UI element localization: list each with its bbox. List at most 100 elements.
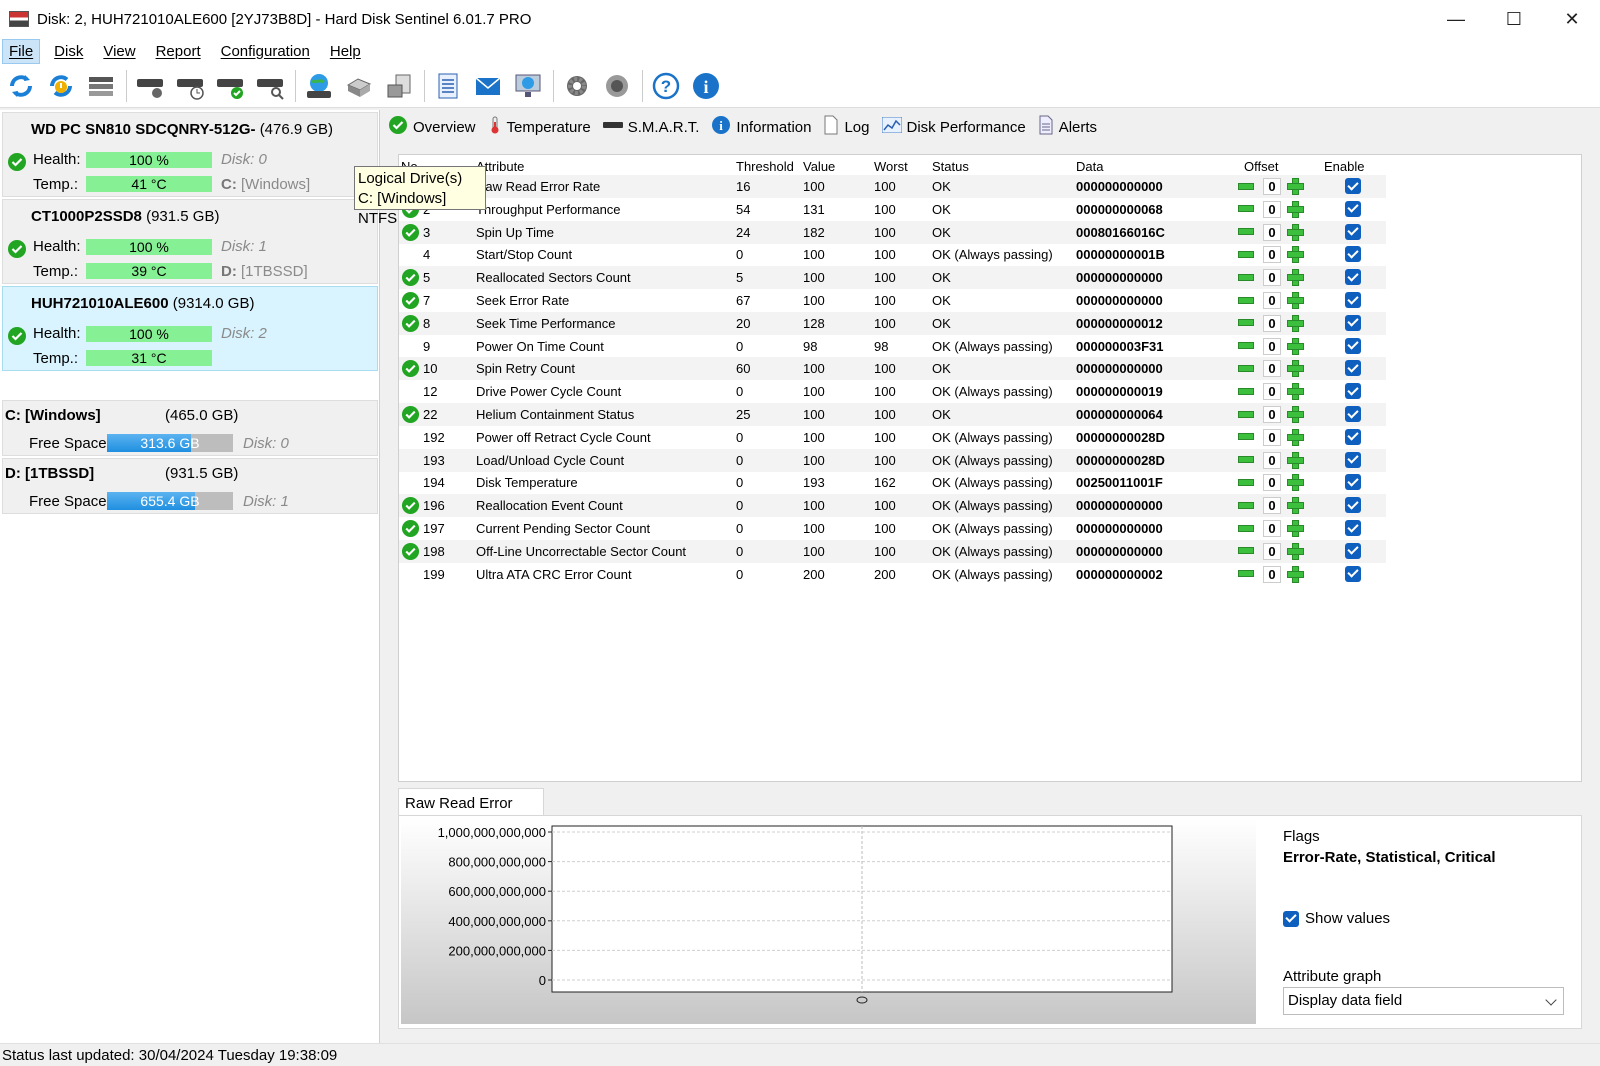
- maximize-button[interactable]: ☐: [1484, 0, 1544, 38]
- offset-minus-button[interactable]: [1238, 452, 1254, 468]
- table-row[interactable]: 198 Off-Line Uncorrectable Sector Count 0 1…: [399, 539, 1386, 563]
- offset-plus-button[interactable]: [1286, 223, 1304, 241]
- disk-item-0[interactable]: WD PC SN810 SDCQNRY-512G- (476.9 GB) Hea…: [2, 112, 378, 197]
- offset-plus-button[interactable]: [1286, 177, 1304, 195]
- table-row[interactable]: 22 Helium Containment Status 25 100 100 OK 000…: [399, 403, 1386, 426]
- tab-smart[interactable]: S.M.A.R.T.: [602, 118, 699, 136]
- enable-checkbox[interactable]: [1345, 451, 1361, 468]
- disk-item-1[interactable]: CT1000P2SSD8 (931.5 GB) Health: 100 % Di…: [2, 199, 378, 284]
- tab-alerts[interactable]: Alerts: [1038, 115, 1097, 139]
- offset-plus-button[interactable]: [1286, 428, 1304, 446]
- tab-overview[interactable]: Overview: [388, 115, 476, 139]
- tab-disk-performance[interactable]: Disk Performance: [881, 116, 1026, 137]
- offset-value[interactable]: 0: [1263, 451, 1281, 469]
- enable-checkbox[interactable]: [1345, 474, 1361, 491]
- offset-value[interactable]: 0: [1263, 337, 1281, 355]
- offset-value[interactable]: 0: [1263, 565, 1281, 583]
- refresh-warning-icon[interactable]: [44, 69, 78, 103]
- offset-plus-button[interactable]: [1286, 519, 1304, 537]
- offset-value[interactable]: 0: [1263, 542, 1281, 560]
- disk-item-2[interactable]: HUH721010ALE600 (9314.0 GB) Health: 100 …: [2, 286, 378, 371]
- enable-checkbox[interactable]: [1345, 178, 1361, 194]
- offset-minus-button[interactable]: [1238, 224, 1254, 240]
- offset-value[interactable]: 0: [1263, 246, 1281, 264]
- drive-icon[interactable]: [342, 69, 376, 103]
- enable-checkbox[interactable]: [1345, 497, 1361, 514]
- offset-minus-button[interactable]: [1238, 338, 1254, 354]
- menu-view[interactable]: View: [97, 40, 141, 63]
- offset-value[interactable]: 0: [1263, 383, 1281, 401]
- minimize-button[interactable]: —: [1426, 0, 1486, 38]
- enable-checkbox[interactable]: [1345, 314, 1361, 331]
- offset-minus-button[interactable]: [1238, 201, 1254, 217]
- mail-icon[interactable]: [471, 69, 505, 103]
- attribute-graph-select[interactable]: Display data field: [1283, 987, 1564, 1015]
- enable-checkbox[interactable]: [1345, 428, 1361, 445]
- info-icon[interactable]: i: [689, 69, 723, 103]
- sound-icon[interactable]: [600, 69, 634, 103]
- offset-plus-button[interactable]: [1286, 565, 1304, 583]
- offset-plus-button[interactable]: [1286, 314, 1304, 332]
- offset-minus-button[interactable]: [1238, 429, 1254, 445]
- refresh-icon[interactable]: [4, 69, 38, 103]
- table-row[interactable]: 194 Disk Temperature 0 193 162 OK (Always pas…: [399, 471, 1386, 494]
- offset-minus-button[interactable]: [1238, 520, 1254, 536]
- table-row[interactable]: 4 Start/Stop Count 0 100 100 OK (Always passi…: [399, 243, 1386, 266]
- server-icon[interactable]: [382, 69, 416, 103]
- table-row[interactable]: 1Raw Read Error Rate16100100OK0000000000…: [399, 175, 1386, 198]
- offset-value[interactable]: 0: [1263, 314, 1281, 332]
- offset-plus-button[interactable]: [1286, 542, 1304, 560]
- enable-checkbox[interactable]: [1345, 360, 1361, 377]
- offset-plus-button[interactable]: [1286, 473, 1304, 492]
- offset-minus-button[interactable]: [1238, 246, 1254, 262]
- offset-minus-button[interactable]: [1238, 360, 1254, 376]
- disk-icon[interactable]: [133, 69, 167, 103]
- offset-minus-button[interactable]: [1238, 474, 1254, 490]
- offset-value[interactable]: 0: [1263, 223, 1281, 241]
- table-row[interactable]: 5 Reallocated Sectors Count 5 100 100 OK 00000…: [399, 266, 1386, 290]
- offset-plus-button[interactable]: [1286, 405, 1304, 423]
- table-row[interactable]: 196 Reallocation Event Count 0 100 100 OK (Al…: [399, 494, 1386, 518]
- offset-value[interactable]: 0: [1263, 200, 1281, 218]
- offset-value[interactable]: 0: [1263, 520, 1281, 537]
- offset-value[interactable]: 0: [1263, 360, 1281, 378]
- col-header-data[interactable]: Data: [1076, 159, 1103, 174]
- offset-plus-button[interactable]: [1286, 200, 1304, 218]
- offset-value[interactable]: 0: [1263, 269, 1281, 287]
- col-header-value[interactable]: Value: [803, 159, 835, 174]
- table-row[interactable]: 8 Seek Time Performance 20 128 100 OK 00000000…: [399, 311, 1386, 335]
- tab-temperature[interactable]: Temperature: [488, 115, 591, 139]
- offset-minus-button[interactable]: [1238, 292, 1254, 308]
- enable-checkbox[interactable]: [1345, 292, 1361, 308]
- table-row[interactable]: 12 Drive Power Cycle Count 0 100 100 OK (Alwa…: [399, 380, 1386, 403]
- offset-plus-button[interactable]: [1286, 245, 1304, 264]
- show-values-checkbox[interactable]: Show values: [1283, 910, 1390, 927]
- disk-list-icon[interactable]: [84, 69, 118, 103]
- gear-icon[interactable]: [560, 69, 594, 103]
- enable-checkbox[interactable]: [1345, 337, 1361, 354]
- offset-minus-button[interactable]: [1238, 269, 1254, 285]
- offset-plus-button[interactable]: [1286, 382, 1304, 401]
- col-header-enable[interactable]: Enable: [1324, 159, 1364, 174]
- tab-information[interactable]: i Information: [711, 115, 811, 139]
- offset-plus-button[interactable]: [1286, 496, 1304, 515]
- table-row[interactable]: 3 Spin Up Time 24 182 100 OK 00080166016C 0: [399, 220, 1386, 244]
- enable-checkbox[interactable]: [1345, 406, 1361, 422]
- enable-checkbox[interactable]: [1345, 246, 1361, 263]
- enable-checkbox[interactable]: [1345, 383, 1361, 400]
- graph-tab[interactable]: Raw Read Error Rate: [398, 788, 544, 829]
- table-row[interactable]: 2Throughput Performance54131100OK0000000…: [399, 198, 1386, 221]
- offset-plus-button[interactable]: [1286, 337, 1304, 355]
- close-button[interactable]: ✕: [1542, 0, 1600, 38]
- offset-value[interactable]: 0: [1263, 474, 1281, 492]
- disk-search-icon[interactable]: [253, 69, 287, 103]
- enable-checkbox[interactable]: [1345, 565, 1361, 582]
- offset-value[interactable]: 0: [1263, 497, 1281, 515]
- volume-item-c[interactable]: C: [Windows] (465.0 GB) Free Space 313.6…: [2, 400, 378, 456]
- col-header-offset[interactable]: Offset: [1244, 159, 1278, 174]
- volume-item-d[interactable]: D: [1TBSSD] (931.5 GB) Free Space 655.4 …: [2, 458, 378, 514]
- offset-value[interactable]: 0: [1263, 178, 1281, 195]
- offset-plus-button[interactable]: [1286, 359, 1304, 378]
- offset-plus-button[interactable]: [1286, 268, 1304, 287]
- offset-minus-button[interactable]: [1238, 406, 1254, 422]
